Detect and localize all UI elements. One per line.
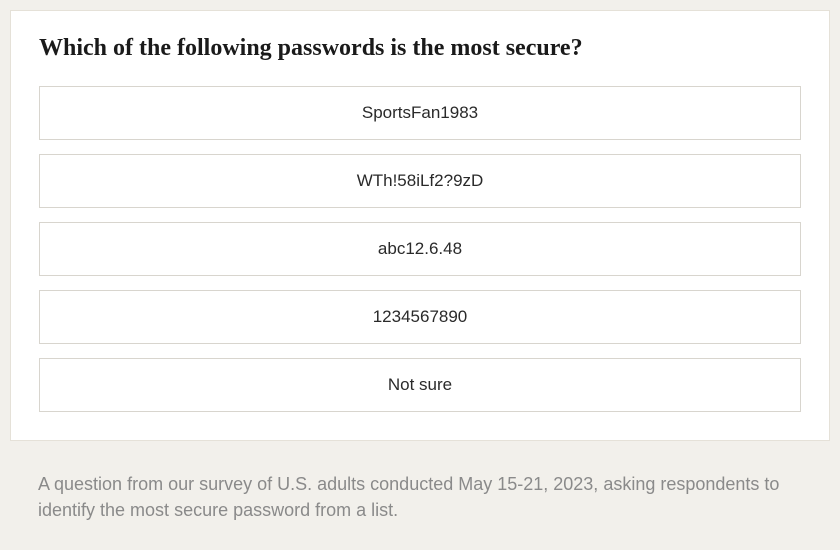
quiz-container: Which of the following passwords is the … xyxy=(0,0,840,543)
option-3[interactable]: abc12.6.48 xyxy=(39,222,801,276)
option-4[interactable]: 1234567890 xyxy=(39,290,801,344)
option-2[interactable]: WTh!58iLf2?9zD xyxy=(39,154,801,208)
options-list: SportsFan1983 WTh!58iLf2?9zD abc12.6.48 … xyxy=(39,86,801,412)
caption-text: A question from our survey of U.S. adult… xyxy=(38,471,802,523)
option-5[interactable]: Not sure xyxy=(39,358,801,412)
question-title: Which of the following passwords is the … xyxy=(39,35,801,62)
quiz-card: Which of the following passwords is the … xyxy=(10,10,830,441)
caption-area: A question from our survey of U.S. adult… xyxy=(10,441,830,533)
option-1[interactable]: SportsFan1983 xyxy=(39,86,801,140)
